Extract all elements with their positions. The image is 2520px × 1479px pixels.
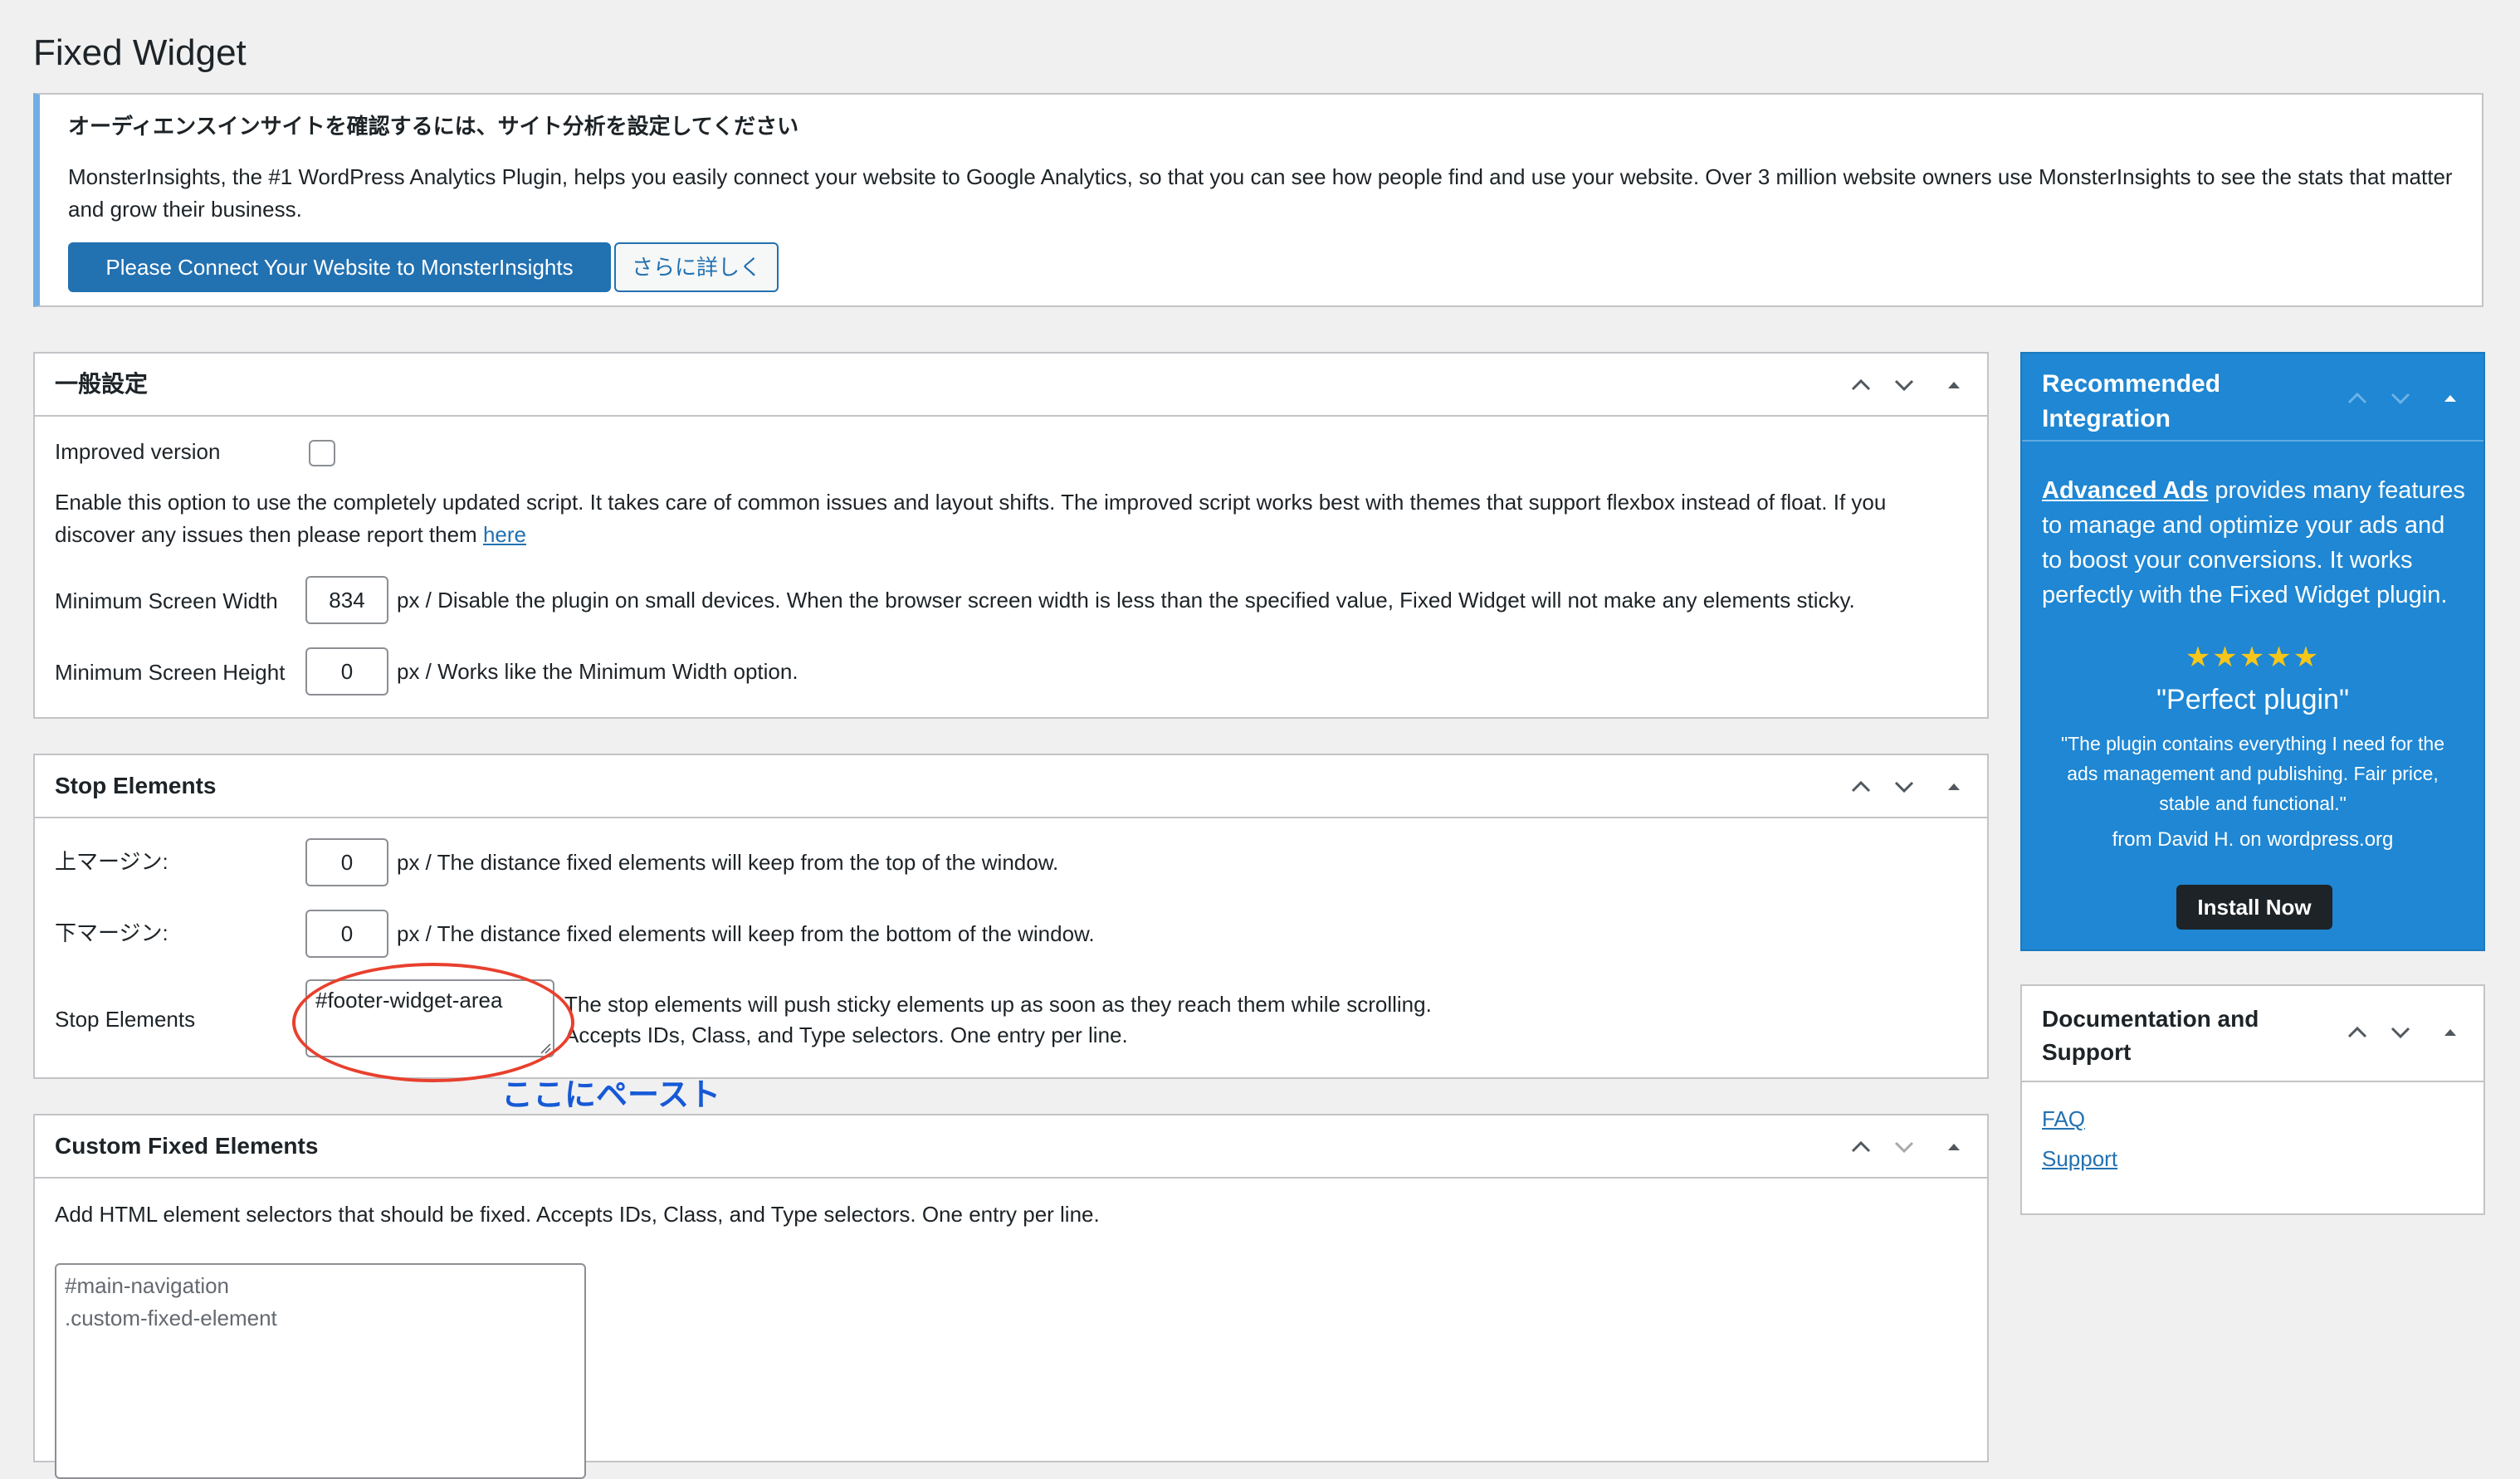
connect-monsterinsights-button[interactable]: Please Connect Your Website to MonsterIn… (68, 242, 611, 292)
custom-elements-textarea[interactable]: #main-navigation .custom-fixed-element (55, 1263, 586, 1479)
learn-more-button[interactable]: さらに詳しく (614, 242, 779, 292)
quote-title: "Perfect plugin" (2156, 684, 2350, 715)
postbox-header: 一般設定 (35, 354, 1987, 417)
move-up-icon[interactable] (1846, 1132, 1876, 1162)
min-height-label: Minimum Screen Height (55, 660, 286, 685)
placeholder-line: #main-navigation (65, 1273, 230, 1298)
top-margin-input[interactable]: 0 (305, 838, 388, 886)
advanced-ads-link[interactable]: Advanced Ads (2042, 477, 2208, 504)
notice-body: MonsterInsights, the #1 WordPress Analyt… (68, 164, 2453, 222)
postbox-header: Custom Fixed Elements (35, 1115, 1987, 1179)
move-up-icon[interactable] (2342, 383, 2372, 413)
top-margin-desc: px / The distance fixed elements will ke… (397, 850, 1059, 875)
postbox-header: Documentation and Support (2022, 986, 2483, 1082)
collapse-toggle-icon[interactable] (1939, 1132, 1969, 1162)
postbox-title: 一般設定 (55, 371, 149, 397)
faq-link[interactable]: FAQ (2042, 1104, 2085, 1134)
paste-here-annotation: ここにペースト (501, 1078, 721, 1113)
annotation-circle (292, 963, 574, 1082)
documentation-support-box: Documentation and Support FAQ Support (2020, 984, 2485, 1215)
placeholder-line: .custom-fixed-element (65, 1306, 277, 1330)
move-down-icon[interactable] (1889, 1132, 1919, 1162)
rating-stars-icon: ★★★★★ (2185, 642, 2321, 673)
move-down-icon[interactable] (2386, 383, 2415, 413)
notice-title: オーディエンスインサイトを確認するには、サイト分析を設定してください (68, 114, 799, 139)
min-width-desc: px / Disable the plugin on small devices… (397, 588, 1855, 613)
bottom-margin-input[interactable]: 0 (305, 910, 388, 958)
bottom-margin-label: 下マージン: (55, 920, 168, 945)
move-up-icon[interactable] (1846, 370, 1876, 400)
postbox-title: Stop Elements (55, 773, 217, 798)
stop-elements-label: Stop Elements (55, 1007, 196, 1032)
recommended-integration-box: Recommended Integration Advanced Ads pro… (2020, 352, 2485, 951)
custom-elements-desc: Add HTML element selectors that should b… (55, 1202, 1100, 1227)
collapse-toggle-icon[interactable] (1939, 772, 1969, 802)
recommended-desc: Advanced Ads provides many features to m… (2042, 477, 2465, 608)
min-width-label: Minimum Screen Width (55, 588, 278, 613)
improved-version-label: Improved version (55, 439, 221, 464)
install-now-button[interactable]: Install Now (2176, 885, 2332, 930)
analytics-notice: オーディエンスインサイトを確認するには、サイト分析を設定してください Monst… (33, 93, 2483, 307)
top-margin-label: 上マージン: (55, 849, 168, 874)
general-settings-box: 一般設定 Improved version Enable this option… (33, 352, 1989, 719)
move-up-icon[interactable] (1846, 772, 1876, 802)
bottom-margin-desc: px / The distance fixed elements will ke… (397, 921, 1095, 946)
collapse-toggle-icon[interactable] (2435, 383, 2465, 413)
postbox-header: Stop Elements (35, 755, 1987, 818)
collapse-toggle-icon[interactable] (1939, 370, 1969, 400)
min-height-input[interactable]: 0 (305, 647, 388, 696)
collapse-toggle-icon[interactable] (2435, 1018, 2465, 1047)
postbox-title: Documentation and Support (2042, 1006, 2259, 1065)
improved-version-checkbox[interactable] (309, 440, 335, 466)
move-down-icon[interactable] (1889, 772, 1919, 802)
min-height-desc: px / Works like the Minimum Width option… (397, 659, 798, 684)
move-down-icon[interactable] (1889, 370, 1919, 400)
postbox-header: Recommended Integration (2022, 354, 2483, 442)
move-up-icon[interactable] (2342, 1018, 2372, 1047)
move-down-icon[interactable] (2386, 1018, 2415, 1047)
report-here-link[interactable]: here (483, 522, 526, 547)
quote-author: from David H. on wordpress.org (2112, 828, 2394, 851)
page-title: Fixed Widget (33, 32, 247, 73)
postbox-title: Recommended Integration (2042, 370, 2221, 432)
quote-body: "The plugin contains everything I need f… (2060, 733, 2445, 814)
improved-version-desc: Enable this option to use the completely… (55, 490, 1887, 547)
stop-elements-desc: The stop elements will push sticky eleme… (564, 992, 1432, 1047)
min-width-input[interactable]: 834 (305, 576, 388, 624)
support-link[interactable]: Support (2042, 1144, 2117, 1174)
postbox-title: Custom Fixed Elements (55, 1133, 319, 1159)
custom-fixed-elements-box: Custom Fixed Elements Add HTML element s… (33, 1114, 1989, 1479)
